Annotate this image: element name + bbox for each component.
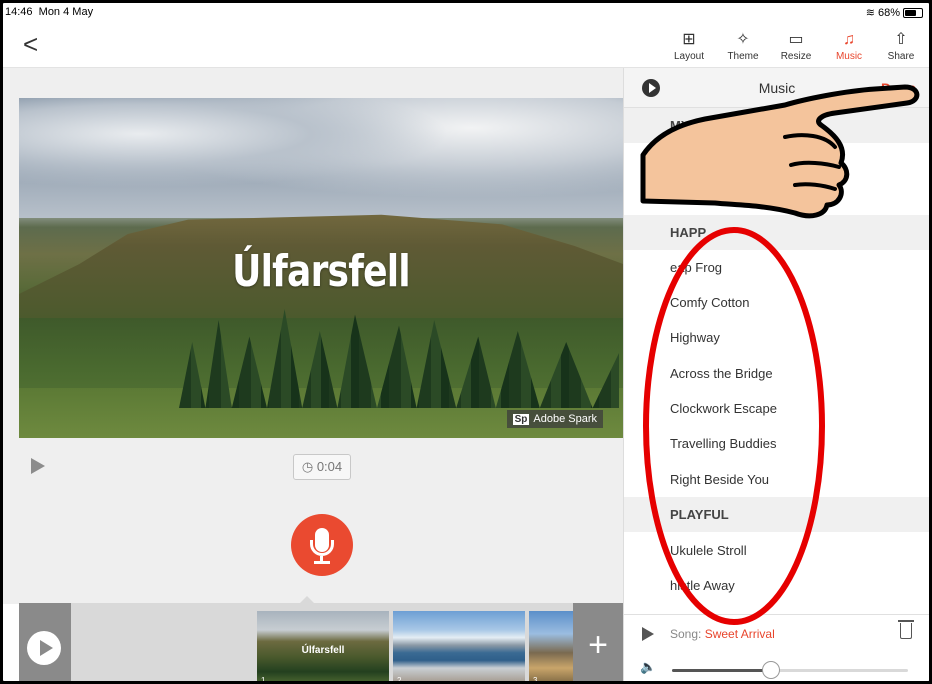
resize-button[interactable]: ▭ Resize [774,29,818,62]
volume-icon: 🔈 [640,659,657,674]
share-label: Share [887,51,915,62]
volume-knob[interactable] [762,661,781,679]
back-button[interactable]: < [23,31,38,57]
thumb-number: 1 [261,676,266,684]
slide-sky [19,98,623,218]
current-song: Song: Sweet Arrival [670,627,775,641]
status-date: Mon 4 May [38,6,94,18]
share-button[interactable]: ⇧ Share [879,29,923,62]
app-screen: 14:46 Mon 4 May ≋ 68% < ⊞ Layout ✧ Theme… [0,0,932,684]
play-icon [27,631,61,665]
add-slide-button[interactable]: + [573,603,623,681]
thumb-number: 3 [533,676,538,684]
watermark-text: Adobe Spark [533,413,597,425]
thumb-title: Úlfarsfell [301,645,345,656]
record-voice-button[interactable] [291,514,353,576]
play-video-button[interactable] [19,603,71,681]
resize-icon: ▭ [788,31,804,48]
slide-thumb-1[interactable]: Úlfarsfell 1 [257,611,389,684]
adobe-spark-watermark: Sp Adobe Spark [506,410,603,428]
microphone-icon-base [314,561,330,564]
status-left: 14:46 Mon 4 May [5,6,93,18]
share-icon: ⇧ [894,31,908,48]
music-button[interactable]: ♫ Music [827,29,871,62]
wifi-icon: ≋ [865,7,875,19]
preview-play-icon[interactable] [31,458,45,474]
song-name: Sweet Arrival [704,627,775,641]
resize-label: Resize [780,51,812,62]
theme-icon: ✧ [736,31,750,48]
music-label: Music [835,51,863,62]
slide-thumb-2[interactable]: 2 [393,611,525,684]
play-song-icon[interactable] [642,627,654,641]
clock-icon: ◷ [301,459,314,474]
duration-value: 0:04 [316,459,343,474]
filmstrip: Úlfarsfell 1 2 3 + [19,603,623,684]
theme-label: Theme [727,51,759,62]
layout-button[interactable]: ⊞ Layout [667,29,711,62]
slide-title: Úlfarsfell [232,246,411,297]
status-right: ≋ 68% [866,6,923,19]
battery-icon [903,7,923,18]
trash-icon[interactable] [898,620,914,639]
slide-duration[interactable]: ◷ 0:04 [293,454,351,480]
thumb-number: 2 [397,676,402,684]
volume-fill [672,669,772,672]
theme-button[interactable]: ✧ Theme [721,29,765,62]
status-bar: 14:46 Mon 4 May ≋ 68% [3,3,929,25]
top-toolbar: < ⊞ Layout ✧ Theme ▭ Resize ♫ Music ⇧ Sh… [3,25,929,68]
pointing-hand-icon [640,84,920,219]
layout-icon: ⊞ [682,31,696,48]
spark-logo-icon: Sp [512,413,530,425]
red-oval-annotation [643,227,825,625]
microphone-icon-cup [310,540,334,556]
layout-label: Layout [673,51,705,62]
slide-preview[interactable]: Úlfarsfell Sp Adobe Spark [19,98,623,438]
song-prefix: Song: [670,627,702,641]
volume-slider[interactable] [672,661,908,679]
battery-percent: 68% [877,6,900,19]
music-icon: ♫ [843,31,855,48]
editor-stage: Úlfarsfell Sp Adobe Spark ◷ 0:04 [3,68,623,604]
slide-thumb-3[interactable]: 3 [529,611,573,684]
status-time: 14:46 [5,6,33,18]
